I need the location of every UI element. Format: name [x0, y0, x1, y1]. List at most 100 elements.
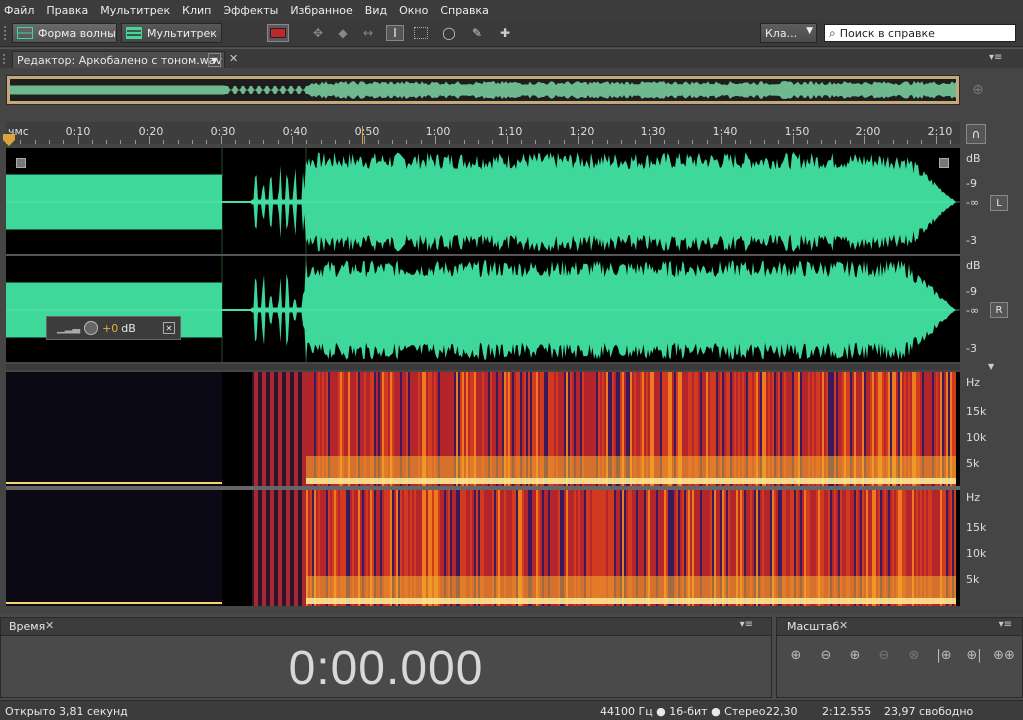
db-axis-label: -3	[966, 234, 977, 247]
db-axis-label: -9	[966, 177, 977, 190]
snap-magnet-icon[interactable]: ∩	[966, 124, 986, 144]
zoom-in-at-start-icon[interactable]: |⊕	[933, 645, 955, 665]
waveform-icon	[17, 27, 33, 39]
zoom-to-selection-icon[interactable]: ⊕⊕	[993, 645, 1015, 665]
pin-hud-icon[interactable]: ✕	[163, 322, 175, 334]
db-axis-label: -9	[966, 285, 977, 298]
menu-file[interactable]: Файл	[4, 4, 34, 17]
brush-tool-icon[interactable]: ✎	[468, 25, 486, 41]
editor-tab-label: Редактор: Аркобалено с тоном.wav	[17, 54, 222, 67]
menu-clip[interactable]: Клип	[182, 4, 211, 17]
menu-multitrack[interactable]: Мультитрек	[100, 4, 170, 17]
hz-axis-label: 15k	[966, 521, 987, 534]
spectral-icon	[270, 28, 286, 38]
spot-healing-tool-icon[interactable]: ✚	[496, 25, 514, 41]
hz-axis-label: 5k	[966, 457, 980, 470]
marquee-tool-icon[interactable]	[414, 27, 428, 39]
move-tool-icon[interactable]: ✥	[309, 25, 327, 41]
zoom-in-amplitude-icon[interactable]: ⊕	[785, 645, 807, 665]
gain-value[interactable]: +0	[102, 322, 118, 335]
status-format: 44100 Гц ● 16-бит ● Стерео	[600, 705, 766, 718]
editor-tab-bar: Редактор: Аркобалено с тоном.wav ▼ ✕ ▾≡	[0, 48, 1023, 69]
ruler-tick-label: 1:40	[712, 125, 738, 138]
waveform-display[interactable]: ▁▂▃ +0 dB ✕	[6, 148, 960, 362]
ruler-tick-label: 1:20	[569, 125, 595, 138]
spectrogram-graphic	[6, 372, 960, 606]
slip-tool-icon[interactable]: ↔	[359, 25, 377, 41]
menu-edit[interactable]: Правка	[46, 4, 88, 17]
spectral-frequency-display[interactable]	[6, 372, 960, 606]
razor-tool-icon[interactable]: ◆	[334, 25, 352, 41]
chevron-down-icon: ▼	[806, 26, 813, 36]
toolbar: Форма волны Мультитрек ✥ ◆ ↔ I ◯ ✎ ✚ Кла…	[0, 20, 1023, 47]
workspace-select[interactable]: Кла... ▼	[760, 23, 817, 43]
time-selection-tool-icon[interactable]: I	[386, 25, 404, 41]
status-free-space: 23,97 свободно	[884, 705, 974, 718]
spectral-display-button[interactable]	[267, 24, 289, 42]
panel-menu-icon[interactable]: ▾≡	[989, 52, 1002, 63]
zoom-panel: Масштаб ✕ ▾≡	[776, 617, 1023, 698]
zoom-panel-tab[interactable]: Масштаб	[787, 620, 839, 633]
zoom-to-selection-icon[interactable]: ⊕	[972, 82, 984, 98]
zoom-in-at-end-icon[interactable]: ⊕|	[963, 645, 985, 665]
ruler-tick-label: 1:00	[425, 125, 451, 138]
close-panel-icon[interactable]: ✕	[45, 619, 54, 632]
db-axis-label: dB	[966, 152, 981, 165]
time-display: 0:00.000	[288, 641, 484, 695]
overview-waveform	[10, 79, 956, 101]
overview-wave-graphic	[10, 81, 956, 99]
ruler-tick-label: 1:30	[640, 125, 666, 138]
help-search-field[interactable]: ⌕ Поиск в справке	[824, 24, 1016, 42]
menu-favorites[interactable]: Избранное	[290, 4, 352, 17]
channel-right-toggle[interactable]: R	[990, 302, 1008, 318]
zoom-out-amplitude-icon[interactable]: ⊖	[815, 645, 837, 665]
status-duration: 2:12.555	[822, 705, 872, 718]
status-opened-text: Открыто 3,81 секунд	[5, 705, 128, 718]
toolbar-grip-icon	[4, 26, 10, 40]
ruler-tick-label: 0:20	[138, 125, 164, 138]
multitrack-view-button[interactable]: Мультитрек	[121, 23, 222, 43]
level-bars-icon: ▁▂▃	[57, 322, 81, 334]
ruler-tick-label: 0:40	[282, 125, 308, 138]
view-splitter[interactable]	[6, 364, 960, 370]
hz-axis-label: 15k	[966, 405, 987, 418]
menu-window[interactable]: Окно	[399, 4, 428, 17]
search-icon: ⌕	[829, 25, 836, 40]
overview-navigator[interactable]	[6, 75, 960, 105]
hz-axis-label: 5k	[966, 573, 980, 586]
help-search-placeholder: Поиск в справке	[839, 26, 935, 40]
db-axis-label: dB	[966, 259, 981, 272]
zoom-out-time-icon[interactable]: ⊖	[873, 645, 895, 665]
fade-in-handle-icon[interactable]	[16, 158, 26, 168]
waveform-view-button[interactable]: Форма волны	[12, 23, 117, 43]
lasso-tool-icon[interactable]: ◯	[440, 25, 458, 41]
ruler-tick-label: 1:10	[497, 125, 523, 138]
menu-bar: Файл Правка Мультитрек Клип Эффекты Избр…	[0, 0, 1023, 20]
hz-axis-label: Hz	[966, 376, 981, 389]
splitter-arrow-icon: ▼	[988, 362, 995, 371]
zoom-in-time-icon[interactable]: ⊕	[844, 645, 866, 665]
gain-knob[interactable]	[84, 321, 99, 335]
time-panel-tab[interactable]: Время	[9, 620, 45, 633]
time-ruler[interactable]: чмс 0:10 0:20 0:30 0:40 0:50 1:00 1:10 1…	[3, 122, 960, 146]
menu-view[interactable]: Вид	[365, 4, 387, 17]
status-bar: Открыто 3,81 секунд 44100 Гц ● 16-бит ● …	[0, 700, 1023, 720]
close-panel-icon[interactable]: ✕	[839, 619, 848, 632]
zoom-out-full-icon[interactable]: ⊗	[903, 645, 925, 665]
editor-tab[interactable]: Редактор: Аркобалено с тоном.wav ▼	[12, 51, 225, 69]
multitrack-view-label: Мультитрек	[147, 26, 217, 40]
menu-help[interactable]: Справка	[440, 4, 488, 17]
channel-left-toggle[interactable]: L	[990, 195, 1008, 211]
panel-grip-icon	[3, 54, 9, 64]
db-axis-label: -∞	[966, 196, 980, 209]
fade-out-handle-icon[interactable]	[939, 158, 949, 168]
waveform-view-label: Форма волны	[38, 26, 116, 40]
close-tab-icon[interactable]: ✕	[229, 52, 238, 65]
panel-menu-icon[interactable]: ▾≡	[999, 619, 1012, 630]
time-display-area: 0:00.000	[1, 638, 771, 698]
file-dropdown-icon[interactable]: ▼	[208, 53, 221, 67]
panel-menu-icon[interactable]: ▾≡	[740, 619, 753, 630]
menu-effects[interactable]: Эффекты	[223, 4, 278, 17]
db-axis-label: -3	[966, 342, 977, 355]
multitrack-icon	[126, 27, 142, 39]
